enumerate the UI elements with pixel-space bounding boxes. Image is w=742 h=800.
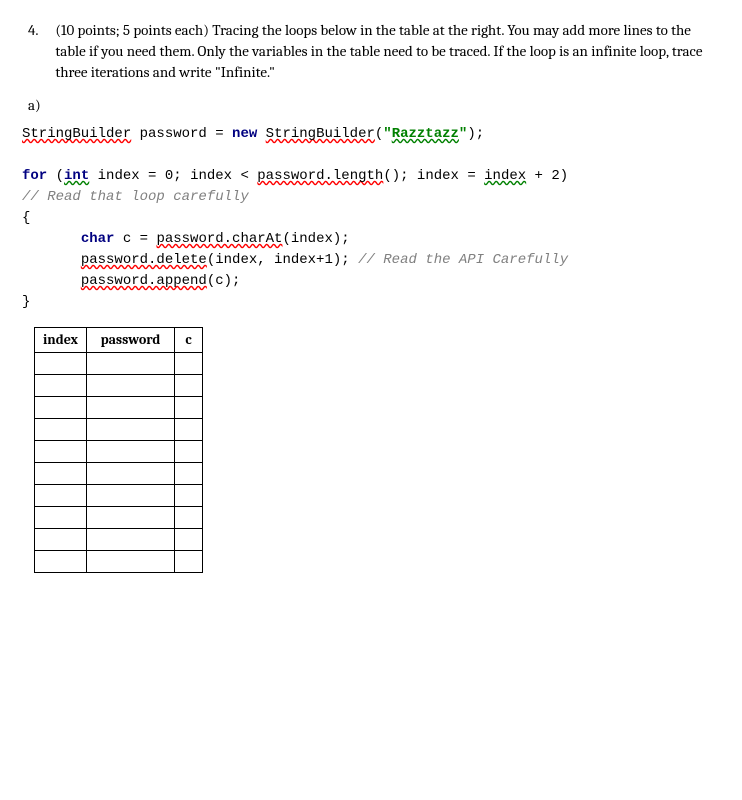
code-token: + 2) — [526, 168, 568, 184]
table-header-password: password — [87, 328, 175, 353]
code-token: ( — [47, 168, 64, 184]
code-token: password.append — [81, 273, 207, 289]
table-cell — [35, 550, 87, 572]
code-token: (index); — [282, 231, 349, 247]
table-cell — [175, 462, 203, 484]
code-token: (c); — [207, 273, 241, 289]
code-token: index = 0; index < — [89, 168, 257, 184]
table-cell — [35, 440, 87, 462]
table-header-index: index — [35, 328, 87, 353]
table-cell — [35, 528, 87, 550]
table-cell — [175, 352, 203, 374]
code-token: StringBuilder — [22, 126, 131, 142]
table-row — [35, 484, 203, 506]
table-row — [35, 528, 203, 550]
trace-table-body — [35, 352, 203, 572]
table-cell — [87, 528, 175, 550]
code-token: index — [484, 168, 526, 184]
code-token: password = — [131, 126, 232, 142]
table-cell — [175, 528, 203, 550]
code-string-quote: " — [383, 126, 391, 142]
code-keyword: char — [81, 231, 115, 247]
table-header-c: c — [175, 328, 203, 353]
code-keyword: new — [232, 126, 257, 142]
code-token: StringBuilder — [266, 126, 375, 142]
code-token: ); — [467, 126, 484, 142]
code-indent — [22, 252, 81, 268]
code-comment: // Read that loop carefully — [22, 189, 249, 205]
table-cell — [35, 396, 87, 418]
code-brace: } — [22, 294, 30, 310]
table-cell — [87, 352, 175, 374]
question-block: 4. (10 points; 5 points each) Tracing th… — [28, 20, 714, 83]
table-row — [35, 396, 203, 418]
table-cell — [35, 484, 87, 506]
table-cell — [87, 396, 175, 418]
table-cell — [35, 418, 87, 440]
table-row — [35, 418, 203, 440]
table-cell — [35, 374, 87, 396]
code-token: (index, index+1); — [207, 252, 358, 268]
table-cell — [175, 506, 203, 528]
code-comment: // Read the API Carefully — [358, 252, 568, 268]
code-keyword: for — [22, 168, 47, 184]
question-number: 4. — [28, 20, 52, 41]
table-row — [35, 374, 203, 396]
table-cell — [175, 374, 203, 396]
table-row — [35, 352, 203, 374]
table-row — [35, 506, 203, 528]
table-cell — [87, 440, 175, 462]
table-cell — [87, 550, 175, 572]
table-cell — [175, 550, 203, 572]
table-cell — [175, 418, 203, 440]
table-cell — [35, 462, 87, 484]
code-token: password.delete — [81, 252, 207, 268]
table-cell — [87, 374, 175, 396]
code-token: password.charAt — [156, 231, 282, 247]
table-cell — [87, 418, 175, 440]
code-keyword: int — [64, 168, 89, 184]
question-prompt: (10 points; 5 points each) Tracing the l… — [55, 20, 711, 83]
table-row — [35, 462, 203, 484]
code-token: c = — [114, 231, 156, 247]
code-string: Razztazz — [392, 126, 459, 142]
table-cell — [87, 462, 175, 484]
code-brace: { — [22, 210, 30, 226]
table-header-row: index password c — [35, 328, 203, 353]
sub-label: a) — [28, 95, 714, 116]
table-cell — [175, 396, 203, 418]
code-block: StringBuilder password = new StringBuild… — [22, 124, 714, 313]
table-row — [35, 550, 203, 572]
table-cell — [35, 352, 87, 374]
code-indent — [22, 231, 81, 247]
table-cell — [175, 484, 203, 506]
table-row — [35, 440, 203, 462]
code-indent — [22, 273, 81, 289]
trace-table: index password c — [34, 327, 203, 573]
code-token: password.length — [257, 168, 383, 184]
code-token: (); index = — [383, 168, 484, 184]
table-cell — [87, 484, 175, 506]
table-cell — [175, 440, 203, 462]
table-cell — [35, 506, 87, 528]
table-cell — [87, 506, 175, 528]
code-token — [257, 126, 265, 142]
